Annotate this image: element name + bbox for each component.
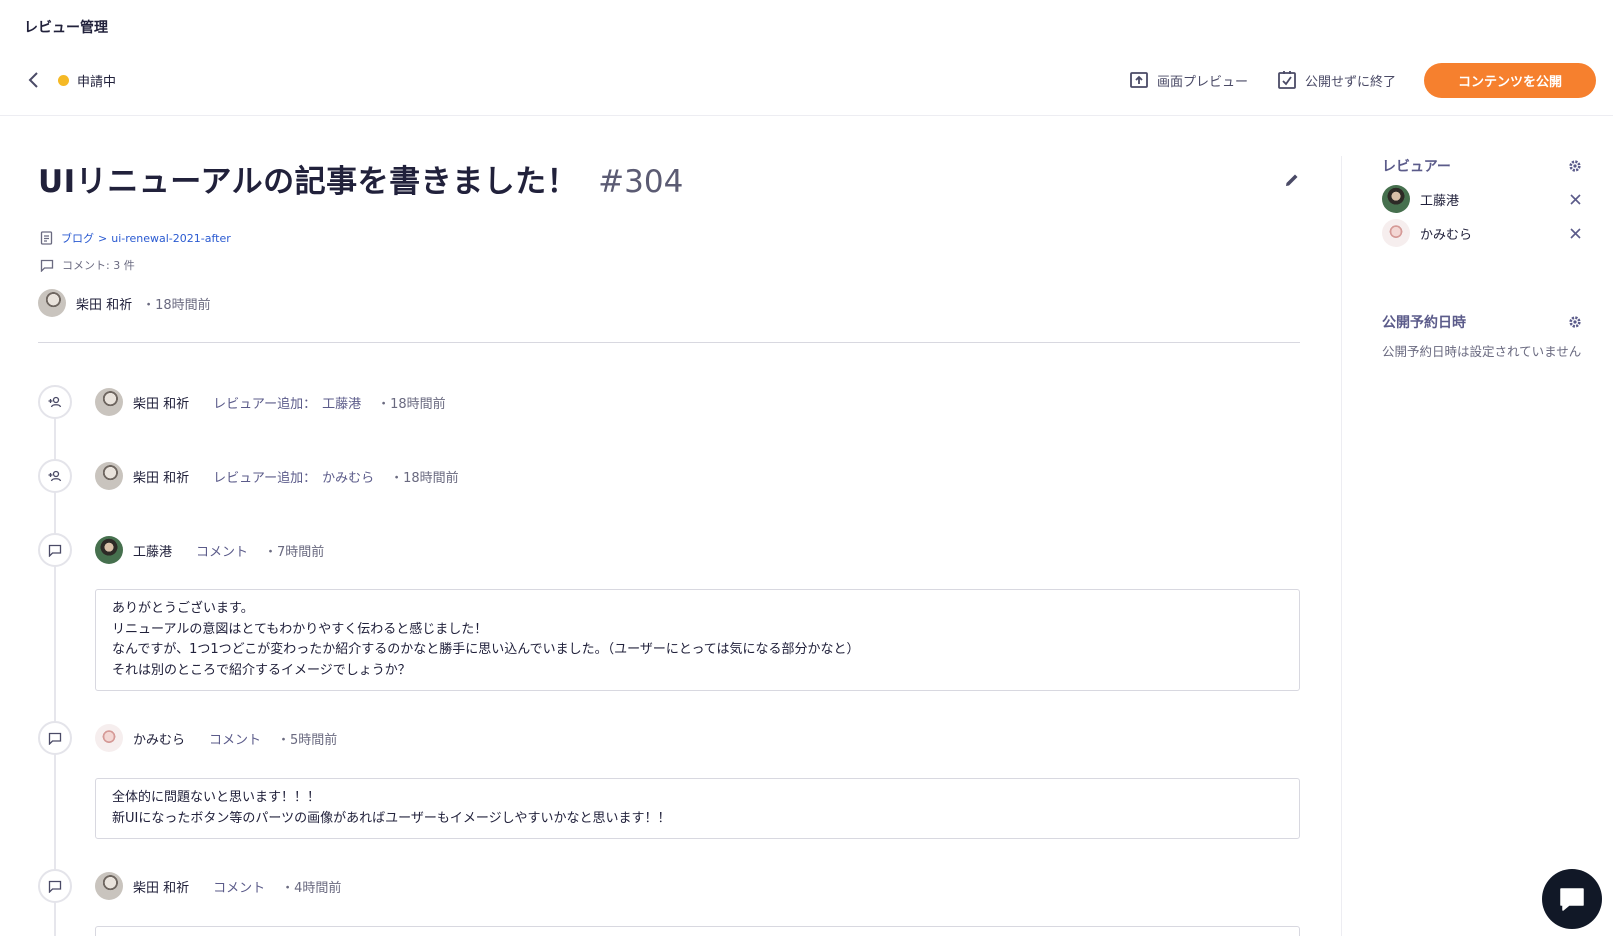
review-title-row: UIリニューアルの記事を書きました！ #304 <box>38 156 1300 206</box>
author-name: 柴田 和祈 <box>76 297 133 313</box>
review-number: #304 <box>598 164 684 200</box>
breadcrumb-content-id[interactable]: ui-renewal-2021-after <box>111 232 231 245</box>
comment-icon <box>38 869 72 903</box>
reviewer-name: かみむら <box>1420 227 1473 243</box>
breadcrumb-api[interactable]: ブログ <box>61 232 94 245</box>
comment-line: なんですが、1つ1つどこが変わったか紹介するのかなと勝手に思い込んでいました。（… <box>112 642 860 657</box>
event-user: 工藤港 <box>133 544 173 560</box>
finish-label: 公開せずに終了 <box>1305 74 1397 90</box>
comment-line: リニューアルの意図はとてもわかりやすく伝わると感じました！ <box>112 621 488 637</box>
schedule-text: 公開予約日時は設定されていません <box>1382 344 1582 359</box>
review-author: 柴田 和祈 ・18時間前 <box>38 289 211 317</box>
avatar <box>95 388 123 416</box>
chat-support-button[interactable] <box>1542 869 1602 929</box>
timeline-event: かみむら コメント ・5時間前 <box>38 721 337 755</box>
event-user: 柴田 和祈 <box>133 880 190 896</box>
event-time: ・7時間前 <box>264 544 325 560</box>
title-divider <box>38 342 1300 343</box>
event-target: かみむら <box>322 470 375 486</box>
event-action: コメント <box>213 880 266 896</box>
comment-count-label: コメント: 3 件 <box>62 259 135 272</box>
reviewer-list: 工藤港 かみむら <box>1382 182 1582 250</box>
event-action: コメント <box>209 732 262 748</box>
status-indicator: 申請中 <box>58 71 116 90</box>
event-time: ・18時間前 <box>390 470 459 486</box>
preview-icon <box>1130 72 1148 88</box>
pencil-icon <box>1286 174 1298 186</box>
event-user: 柴田 和祈 <box>133 470 190 486</box>
review-title: UIリニューアルの記事を書きました！ <box>38 164 579 200</box>
reviewers-title: レビュアー <box>1382 159 1451 175</box>
status-label: 申請中 <box>77 75 117 90</box>
timeline-event: 柴田 和祈 レビュアー追加： 工藤港 ・18時間前 <box>38 385 446 419</box>
comment-line: 新UIになったボタン等のパーツの画像があればユーザーもイメージしやすいかなと思い… <box>112 810 671 826</box>
review-toolbar: 申請中 画面プレビュー 公開せずに終了 コンテンツを公開 <box>0 58 1613 102</box>
status-dot <box>58 75 69 86</box>
edit-title-button[interactable] <box>1282 170 1302 190</box>
comment-count: コメント: 3 件 <box>40 257 135 273</box>
reviewer-name: 工藤港 <box>1420 193 1460 209</box>
preview-label: 画面プレビュー <box>1157 74 1249 90</box>
preview-button[interactable]: 画面プレビュー <box>1129 68 1248 92</box>
comment-line: ありがとうございます。 <box>112 601 254 616</box>
comment-icon <box>38 721 72 755</box>
gear-icon <box>1569 316 1581 328</box>
chat-icon <box>1560 888 1584 911</box>
gear-icon <box>1569 160 1581 172</box>
event-target: 工藤港 <box>322 396 362 412</box>
avatar <box>1382 185 1410 213</box>
schedule-title: 公開予約日時 <box>1382 315 1466 331</box>
timeline-event: 柴田 和祈 コメント ・4時間前 <box>38 869 341 903</box>
timeline-event: 柴田 和祈 レビュアー追加： かみむら ・18時間前 <box>38 459 459 493</box>
event-user: かみむら <box>133 732 186 748</box>
event-action: コメント <box>196 544 249 560</box>
finish-without-publish-button[interactable]: 公開せずに終了 <box>1277 68 1396 92</box>
app-title: レビュー管理 <box>24 20 108 36</box>
add-user-icon <box>38 385 72 419</box>
comment-body: ありがとうございます。 リニューアルの意図はとてもわかりやすく伝わると感じました… <box>95 589 1300 691</box>
schedule-settings-button[interactable] <box>1568 315 1582 329</box>
remove-reviewer-button[interactable] <box>1568 226 1582 240</box>
event-time: ・4時間前 <box>281 880 342 896</box>
comment-body: 全体的に問題ないと思います！！！ 新UIになったボタン等のパーツの画像があればユ… <box>95 778 1300 839</box>
header-divider <box>0 115 1613 116</box>
avatar <box>95 536 123 564</box>
event-time: ・5時間前 <box>277 732 338 748</box>
review-main: UIリニューアルの記事を書きました！ #304 ブログ > ui-renewal-2… <box>38 156 1302 343</box>
event-time: ・18時間前 <box>377 396 446 412</box>
review-sidebar: レビュアー 工藤港 かみむら 公開予約日時 公開予約日時は設定されていません <box>1382 156 1582 362</box>
comment-line: それは別のところで紹介するイメージでしょうか？ <box>112 662 411 678</box>
event-action: レビュアー追加： <box>213 470 317 486</box>
avatar <box>95 724 123 752</box>
avatar <box>1382 219 1410 247</box>
content-breadcrumb[interactable]: ブログ > ui-renewal-2021-after <box>40 230 231 246</box>
comment-icon <box>40 259 54 272</box>
avatar <box>95 462 123 490</box>
reviewers-settings-button[interactable] <box>1568 159 1582 173</box>
timeline-event: 工藤港 コメント ・7時間前 <box>38 533 324 567</box>
add-user-icon <box>38 459 72 493</box>
publish-content-button[interactable]: コンテンツを公開 <box>1424 63 1596 98</box>
comment-line: 全体的に問題ないと思います！！！ <box>112 790 321 805</box>
schedule-header: 公開予約日時 <box>1382 312 1582 332</box>
comment-icon <box>38 533 72 567</box>
close-icon <box>1569 193 1581 205</box>
comment-body <box>95 926 1300 936</box>
back-button[interactable] <box>22 68 44 92</box>
author-time: ・18時間前 <box>142 297 211 313</box>
checkbox-icon <box>1278 71 1296 89</box>
reviewer-item: かみむら <box>1382 216 1582 250</box>
reviewers-header: レビュアー <box>1382 156 1582 176</box>
event-user: 柴田 和祈 <box>133 396 190 412</box>
reviewer-item: 工藤港 <box>1382 182 1582 216</box>
sidebar-divider <box>1341 156 1342 936</box>
event-action: レビュアー追加： <box>213 396 317 412</box>
avatar <box>95 872 123 900</box>
document-icon <box>40 231 53 245</box>
chevron-left-icon <box>28 72 38 88</box>
close-icon <box>1569 227 1581 239</box>
avatar <box>38 289 66 317</box>
remove-reviewer-button[interactable] <box>1568 192 1582 206</box>
